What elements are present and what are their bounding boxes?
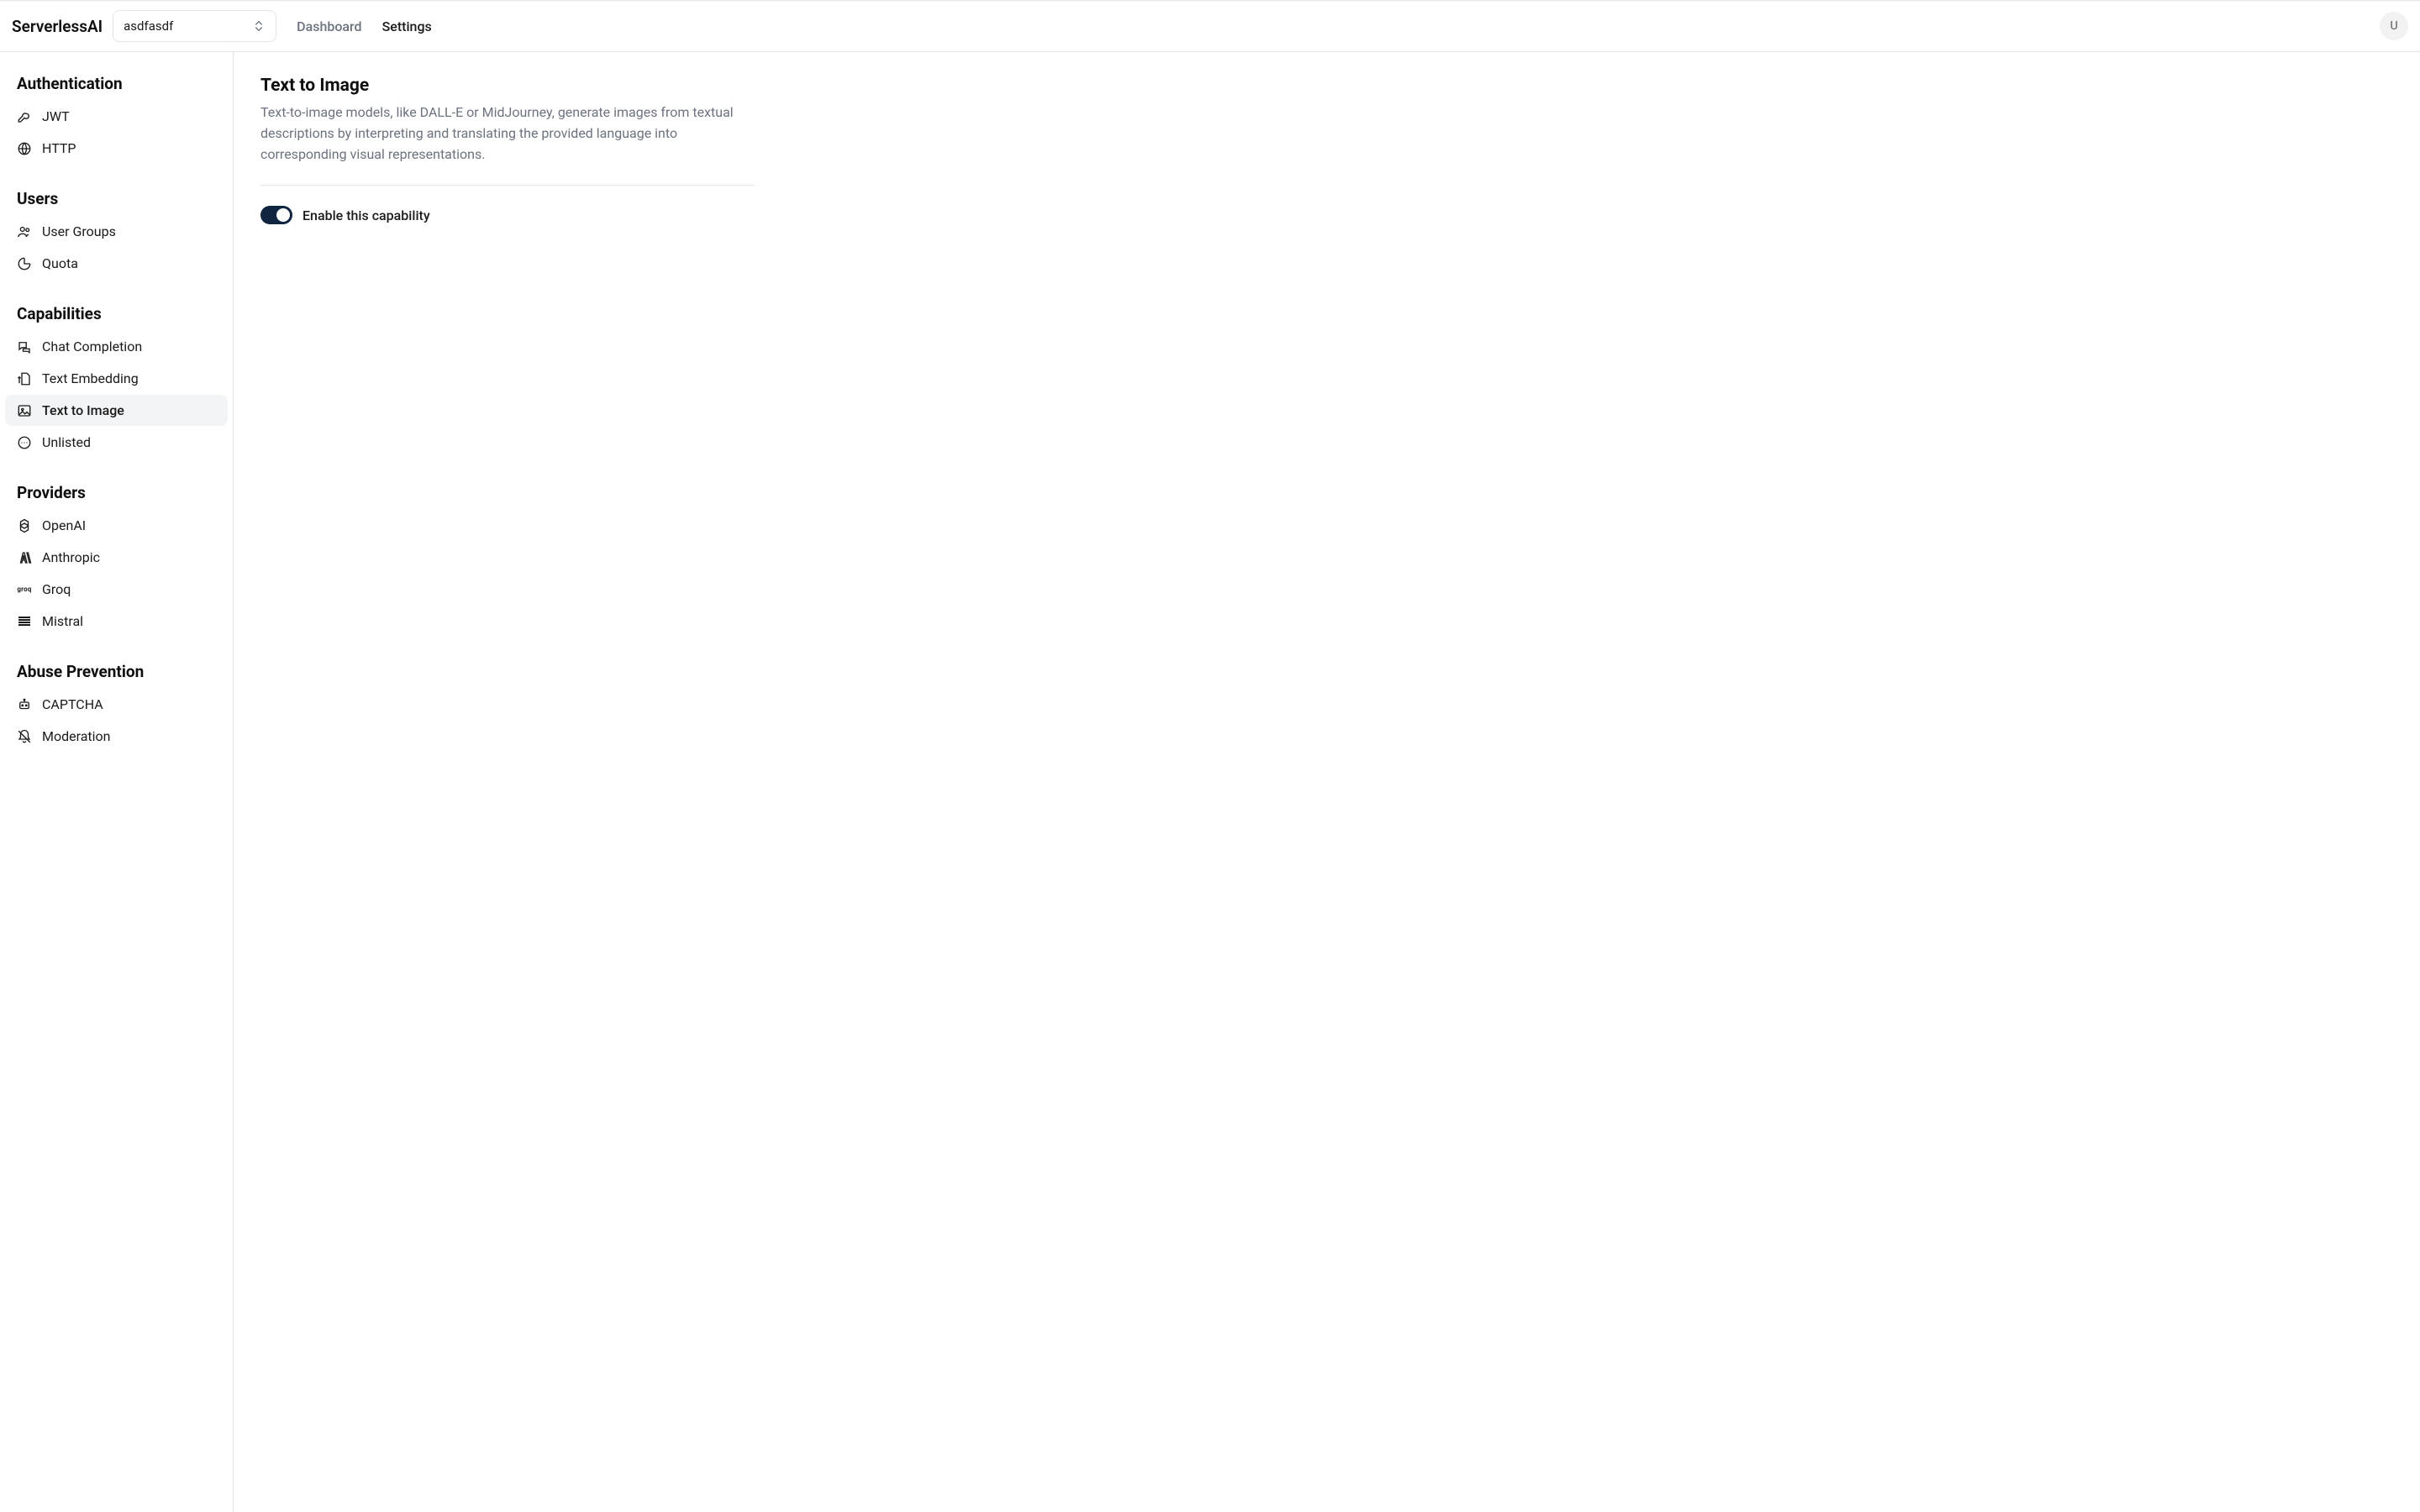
sidebar-item-label: Chat Completion	[42, 339, 142, 354]
sidebar: Authentication JWT HTTP Users User Gr	[0, 52, 234, 1512]
page-title: Text to Image	[260, 76, 755, 96]
chat-icon	[17, 339, 32, 354]
openai-icon	[17, 518, 32, 533]
avatar-letter: U	[2390, 19, 2397, 33]
sidebar-item-label: User Groups	[42, 223, 116, 239]
mistral-icon	[17, 614, 32, 629]
sidebar-item-text-embedding[interactable]: Text Embedding	[5, 363, 228, 394]
key-icon	[17, 109, 32, 124]
avatar[interactable]: U	[2380, 12, 2408, 40]
sidebar-item-label: Unlisted	[42, 434, 91, 450]
section-abuse-prevention: Abuse Prevention CAPTCHA Moderation	[5, 657, 228, 752]
chevrons-up-down-icon	[252, 19, 266, 33]
bell-off-icon	[17, 729, 32, 744]
sidebar-item-captcha[interactable]: CAPTCHA	[5, 689, 228, 720]
anthropic-icon	[17, 550, 32, 565]
sidebar-item-label: JWT	[42, 108, 70, 124]
nav-links: Dashboard Settings	[297, 18, 432, 34]
page-description: Text-to-image models, like DALL-E or Mid…	[260, 102, 755, 165]
sidebar-item-label: Groq	[42, 581, 71, 597]
project-name: asdfasdf	[124, 18, 173, 34]
image-icon	[17, 403, 32, 418]
section-users: Users User Groups Quota	[5, 184, 228, 279]
project-selector[interactable]: asdfasdf	[113, 10, 276, 42]
sidebar-item-label: HTTP	[42, 140, 76, 156]
section-title: Authentication	[5, 69, 228, 100]
sidebar-item-label: Moderation	[42, 728, 111, 744]
toggle-label: Enable this capability	[302, 207, 430, 223]
section-capabilities: Capabilities Chat Completion Text Embedd…	[5, 299, 228, 458]
section-providers: Providers OpenAI Anthropic groq Groq	[5, 478, 228, 637]
sidebar-item-jwt[interactable]: JWT	[5, 101, 228, 132]
file-arrow-icon	[17, 371, 32, 386]
sidebar-item-label: Mistral	[42, 613, 83, 629]
sidebar-item-label: Anthropic	[42, 549, 100, 565]
sidebar-item-anthropic[interactable]: Anthropic	[5, 542, 228, 573]
pie-chart-icon	[17, 256, 32, 271]
bot-icon	[17, 697, 32, 712]
toggle-knob	[276, 208, 290, 222]
sidebar-item-moderation[interactable]: Moderation	[5, 721, 228, 752]
sidebar-item-label: CAPTCHA	[42, 696, 103, 712]
nav-settings[interactable]: Settings	[382, 18, 432, 34]
topbar: ServerlessAI asdfasdf Dashboard Settings…	[0, 0, 2420, 52]
section-title: Providers	[5, 478, 228, 509]
sidebar-item-label: Text Embedding	[42, 370, 139, 386]
sidebar-item-mistral[interactable]: Mistral	[5, 606, 228, 637]
section-title: Capabilities	[5, 299, 228, 330]
sidebar-item-label: OpenAI	[42, 517, 86, 533]
section-title: Users	[5, 184, 228, 215]
sidebar-item-chat-completion[interactable]: Chat Completion	[5, 331, 228, 362]
divider	[260, 185, 755, 186]
sidebar-item-unlisted[interactable]: Unlisted	[5, 427, 228, 458]
section-authentication: Authentication JWT HTTP	[5, 69, 228, 164]
dots-circle-icon	[17, 435, 32, 450]
main: Text to Image Text-to-image models, like…	[234, 52, 2420, 1512]
enable-capability-toggle[interactable]	[260, 206, 292, 224]
groq-icon: groq	[17, 582, 32, 597]
globe-icon	[17, 141, 32, 156]
sidebar-item-label: Quota	[42, 255, 78, 271]
sidebar-item-quota[interactable]: Quota	[5, 248, 228, 279]
nav-dashboard[interactable]: Dashboard	[297, 18, 361, 34]
sidebar-item-http[interactable]: HTTP	[5, 133, 228, 164]
section-title: Abuse Prevention	[5, 657, 228, 688]
sidebar-item-text-to-image[interactable]: Text to Image	[5, 395, 228, 426]
sidebar-item-label: Text to Image	[42, 402, 124, 418]
sidebar-item-user-groups[interactable]: User Groups	[5, 216, 228, 247]
users-icon	[17, 224, 32, 239]
brand[interactable]: ServerlessAI	[12, 17, 103, 36]
sidebar-item-openai[interactable]: OpenAI	[5, 510, 228, 541]
sidebar-item-groq[interactable]: groq Groq	[5, 574, 228, 605]
toggle-row: Enable this capability	[260, 206, 755, 224]
